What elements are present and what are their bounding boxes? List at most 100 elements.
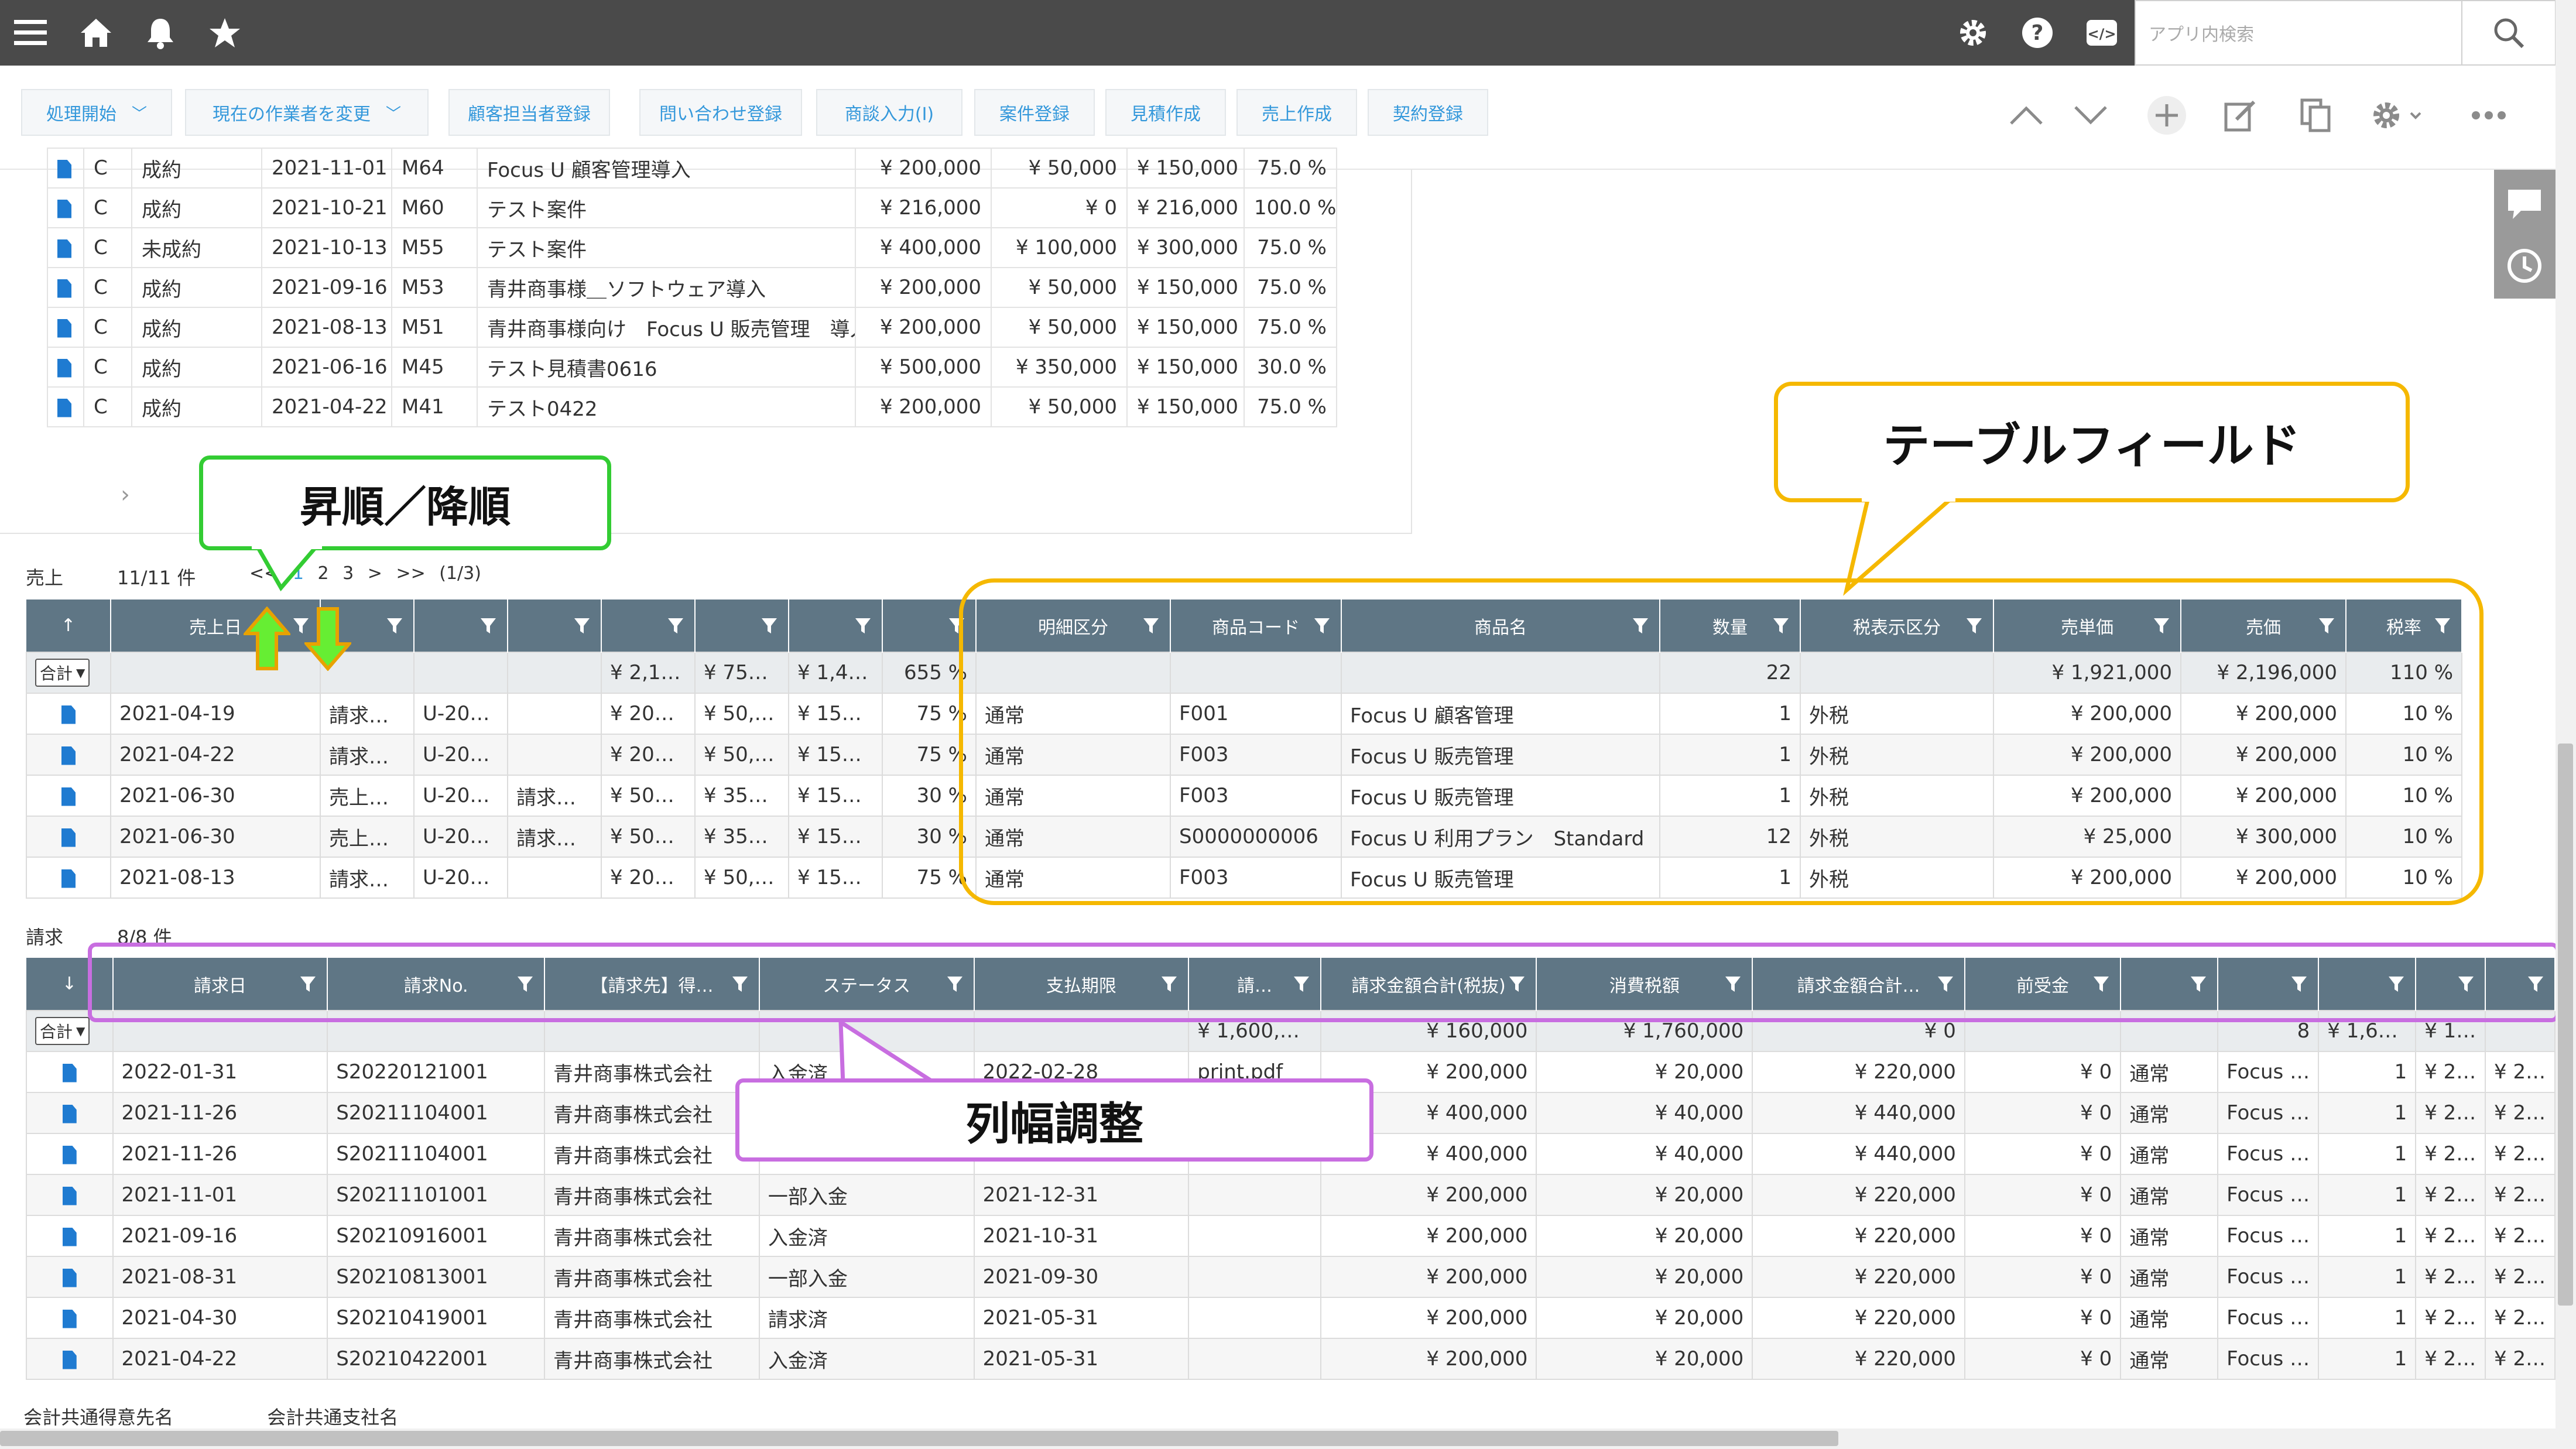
star-icon[interactable] (205, 13, 245, 53)
table-field-highlight (959, 578, 2483, 905)
row-doc-cell[interactable] (26, 857, 111, 899)
create-sales-button[interactable]: 売上作成 (1236, 89, 1357, 136)
comment-icon[interactable] (2505, 186, 2544, 224)
document-icon[interactable] (57, 159, 71, 179)
deal-input-button[interactable]: 商談入力(I) (816, 89, 962, 136)
register-project-button[interactable]: 案件登録 (974, 89, 1095, 136)
expand-chevron-icon[interactable]: › (121, 481, 130, 508)
row-doc-cell[interactable] (26, 1256, 114, 1298)
document-icon[interactable] (62, 1227, 77, 1246)
table-cell: 2021-11-01 (112, 1174, 328, 1216)
vertical-scrollbar-thumb[interactable] (2558, 744, 2573, 1306)
table-cell: U-202… (413, 693, 508, 735)
row-doc-cell[interactable] (26, 734, 111, 776)
document-icon[interactable] (57, 279, 71, 298)
document-icon[interactable] (62, 1063, 77, 1083)
row-doc-cell[interactable] (26, 775, 111, 817)
search-icon[interactable] (2462, 0, 2556, 66)
bell-icon[interactable] (141, 13, 180, 53)
row-doc-cell[interactable] (47, 267, 84, 308)
document-icon[interactable] (62, 1309, 77, 1328)
document-icon[interactable] (57, 239, 71, 258)
column-header[interactable] (508, 600, 602, 652)
plus-icon[interactable] (2146, 95, 2187, 136)
code-icon[interactable]: </> (2082, 13, 2122, 53)
document-icon[interactable] (62, 1268, 77, 1287)
column-header[interactable]: ↑ (26, 600, 111, 652)
sort-arrow-icon[interactable]: ↓ (62, 974, 77, 994)
document-icon[interactable] (62, 1350, 77, 1369)
table-cell: ¥ 200,… (601, 693, 696, 735)
sort-arrow-icon[interactable]: ↑ (61, 615, 76, 636)
table-cell: M64 (391, 148, 478, 189)
document-icon[interactable] (61, 828, 76, 847)
row-doc-cell[interactable] (47, 148, 84, 189)
row-doc-cell[interactable] (26, 693, 111, 735)
row-doc-cell[interactable] (26, 816, 111, 858)
row-doc-cell[interactable] (26, 1051, 114, 1093)
copy-icon[interactable] (2295, 95, 2336, 136)
table-cell: 2021-06-30 (110, 816, 321, 858)
document-icon[interactable] (61, 705, 76, 724)
document-icon[interactable] (57, 398, 71, 417)
row-doc-cell[interactable] (47, 187, 84, 228)
row-doc-cell[interactable] (26, 1338, 114, 1380)
row-doc-cell[interactable] (26, 1133, 114, 1175)
pager-next[interactable]: > (368, 563, 382, 584)
document-icon[interactable] (62, 1104, 77, 1123)
document-icon[interactable] (57, 318, 71, 338)
table-cell: 通常 (2120, 1051, 2219, 1093)
change-worker-button[interactable]: 現在の作業者を変更 ﹀ (185, 89, 429, 136)
row-doc-cell[interactable] (26, 1092, 114, 1134)
row-doc-cell[interactable] (47, 347, 84, 388)
table-cell: 成約 (131, 347, 262, 388)
total-select-cell[interactable]: 合計 ▼ (26, 652, 111, 694)
register-contract-button[interactable]: 契約登録 (1368, 89, 1488, 136)
row-doc-cell[interactable] (26, 1174, 114, 1216)
table-cell: ¥ 200,000 (855, 386, 992, 427)
register-contact-button[interactable]: 顧客担当者登録 (448, 89, 610, 136)
table-row: C 成約 2021-09-16 M53 青井商事様＿ソフトウェア導入 ¥ 200,000 ¥… (47, 267, 1337, 308)
table-cell: 一部入金 (758, 1174, 975, 1216)
gear-icon[interactable] (1953, 13, 1993, 53)
table-row: C 成約 2021-11-01 M64 Focus U 顧客管理導入 ¥ 200,000 ¥… (47, 148, 1337, 189)
document-icon[interactable] (61, 746, 76, 765)
search-input[interactable]: アプリ内検索 (2135, 0, 2462, 66)
register-inquiry-button[interactable]: 問い合わせ登録 (639, 89, 802, 136)
sort-descending-arrow-icon (303, 607, 353, 673)
column-header[interactable] (414, 600, 508, 652)
document-icon[interactable] (61, 869, 76, 888)
document-icon[interactable] (62, 1186, 77, 1205)
row-doc-cell[interactable] (47, 227, 84, 268)
gear-icon[interactable] (2369, 95, 2427, 136)
home-icon[interactable] (76, 13, 116, 53)
horizontal-scrollbar-thumb[interactable] (0, 1431, 1838, 1446)
document-icon[interactable] (61, 787, 76, 806)
column-header[interactable] (789, 600, 883, 652)
row-doc-cell[interactable] (26, 1297, 114, 1339)
create-estimate-button[interactable]: 見積作成 (1105, 89, 1226, 136)
column-header[interactable] (695, 600, 789, 652)
chevron-down-icon: ﹀ (131, 105, 147, 123)
pager-last[interactable]: >> (396, 563, 425, 584)
column-header[interactable] (601, 600, 696, 652)
start-process-button[interactable]: 処理開始 ﹀ (21, 89, 172, 136)
row-doc-cell[interactable] (26, 1215, 114, 1257)
table-cell: ¥ 220,000 (1752, 1256, 1965, 1298)
total-select[interactable]: 合計 ▼ (35, 1017, 90, 1045)
row-doc-cell[interactable] (47, 386, 84, 427)
history-icon[interactable] (2505, 246, 2544, 288)
help-icon[interactable]: ? (2017, 13, 2057, 53)
edit-icon[interactable] (2220, 95, 2261, 136)
table-cell: ¥ 20,000 (1536, 1297, 1753, 1339)
document-icon[interactable] (62, 1145, 77, 1164)
total-select[interactable]: 合計 ▼ (35, 659, 90, 687)
table-cell: ¥ 350,… (694, 816, 789, 858)
chevron-up-icon[interactable] (2006, 95, 2047, 136)
chevron-down-icon[interactable] (2070, 95, 2111, 136)
document-icon[interactable] (57, 358, 71, 378)
row-doc-cell[interactable] (47, 307, 84, 348)
menu-icon[interactable] (11, 13, 50, 53)
more-icon[interactable] (2468, 95, 2509, 136)
document-icon[interactable] (57, 199, 71, 218)
